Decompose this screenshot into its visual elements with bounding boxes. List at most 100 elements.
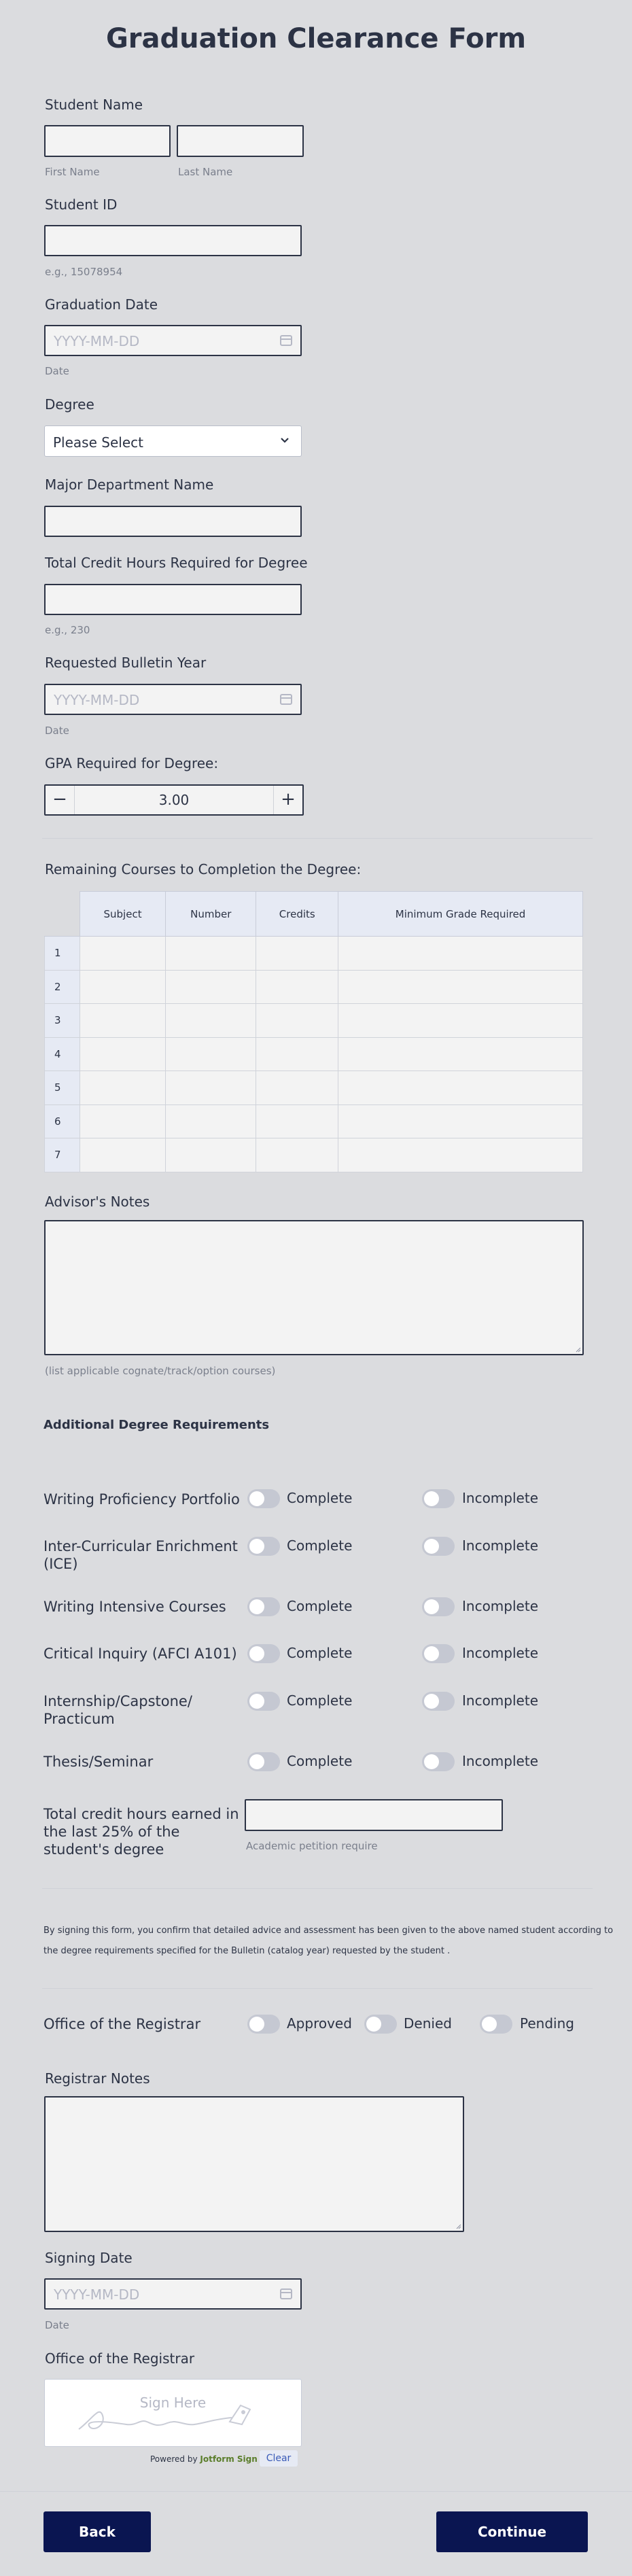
incomplete-label[interactable]: Incomplete <box>462 1490 538 1506</box>
table-cell[interactable] <box>338 1138 583 1172</box>
table-row: 6 <box>44 1104 583 1138</box>
resize-handle-icon[interactable] <box>574 1346 581 1353</box>
table-cell[interactable] <box>165 1104 257 1138</box>
gpa-value[interactable]: 3.00 <box>74 786 274 814</box>
table-cell[interactable] <box>338 1003 583 1038</box>
table-cell[interactable] <box>338 1037 583 1071</box>
table-cell[interactable] <box>256 936 339 971</box>
table-cell[interactable] <box>79 1071 166 1105</box>
major-input[interactable] <box>44 506 302 537</box>
first-name-input[interactable] <box>44 125 171 157</box>
first-name-sublabel: First Name <box>45 166 100 178</box>
table-cell[interactable] <box>79 1138 166 1172</box>
pending-label[interactable]: Pending <box>520 2015 574 2032</box>
table-cell[interactable] <box>165 1003 257 1038</box>
complete-toggle[interactable] <box>247 1644 280 1663</box>
calendar-icon[interactable] <box>280 335 292 346</box>
complete-label[interactable]: Complete <box>287 1692 352 1709</box>
table-cell[interactable] <box>79 1037 166 1071</box>
incomplete-label[interactable]: Incomplete <box>462 1598 538 1614</box>
table-cell[interactable] <box>338 936 583 971</box>
section-divider <box>42 1888 593 1889</box>
gpa-stepper[interactable]: − 3.00 + <box>44 784 304 816</box>
last25-input[interactable] <box>245 1799 503 1831</box>
increment-button[interactable]: + <box>274 786 302 814</box>
last-name-input[interactable] <box>177 125 304 157</box>
approved-label[interactable]: Approved <box>287 2015 352 2032</box>
form-title: Graduation Clearance Form <box>105 23 527 54</box>
disclaimer-line-2: the degree requirements specified for th… <box>43 1946 451 1956</box>
signing-date-input[interactable]: YYYY-MM-DD <box>44 2278 302 2310</box>
calendar-icon[interactable] <box>280 2288 292 2299</box>
requirement-label: Internship/Capstone/ Practicum <box>43 1693 192 1727</box>
table-cell[interactable] <box>338 969 583 1004</box>
table-cell[interactable] <box>79 1003 166 1038</box>
incomplete-toggle[interactable] <box>422 1692 455 1711</box>
complete-toggle[interactable] <box>247 1597 280 1616</box>
complete-toggle[interactable] <box>247 1489 280 1508</box>
incomplete-toggle[interactable] <box>422 1644 455 1663</box>
back-button[interactable]: Back <box>43 2511 151 2552</box>
complete-label[interactable]: Complete <box>287 1537 352 1554</box>
advisor-notes-textarea[interactable] <box>44 1220 584 1355</box>
signing-date-label: Signing Date <box>45 2250 133 2266</box>
row-number: 3 <box>44 1003 80 1038</box>
calendar-icon[interactable] <box>280 694 292 705</box>
table-cell[interactable] <box>165 1138 257 1172</box>
table-row: 2 <box>44 969 583 1004</box>
disclaimer-line-1: By signing this form, you confirm that d… <box>43 1926 614 1936</box>
table-cell[interactable] <box>256 1037 339 1071</box>
table-cell[interactable] <box>79 969 166 1004</box>
table-cell[interactable] <box>165 1037 257 1071</box>
clear-signature-button[interactable]: Clear <box>260 2450 298 2467</box>
table-cell[interactable] <box>256 969 339 1004</box>
incomplete-toggle[interactable] <box>422 1537 455 1556</box>
complete-toggle[interactable] <box>247 1752 280 1771</box>
incomplete-label[interactable]: Incomplete <box>462 1753 538 1769</box>
incomplete-label[interactable]: Incomplete <box>462 1537 538 1554</box>
table-cell[interactable] <box>165 1071 257 1105</box>
table-cell[interactable] <box>79 936 166 971</box>
complete-label[interactable]: Complete <box>287 1645 352 1661</box>
incomplete-label[interactable]: Incomplete <box>462 1692 538 1709</box>
approved-toggle[interactable] <box>247 2015 280 2034</box>
denied-toggle[interactable] <box>364 2015 397 2034</box>
section-divider <box>42 838 593 839</box>
table-cell[interactable] <box>256 1138 339 1172</box>
signature-placeholder: Sign Here <box>139 2395 207 2411</box>
table-cell[interactable] <box>338 1104 583 1138</box>
table-cell[interactable] <box>165 969 257 1004</box>
table-cell[interactable] <box>165 936 257 971</box>
registrar-notes-label: Registrar Notes <box>45 2070 150 2087</box>
incomplete-toggle[interactable] <box>422 1597 455 1616</box>
complete-label[interactable]: Complete <box>287 1598 352 1614</box>
decrement-button[interactable]: − <box>46 786 74 814</box>
registrar-notes-textarea[interactable] <box>44 2096 464 2232</box>
incomplete-label[interactable]: Incomplete <box>462 1645 538 1661</box>
incomplete-toggle[interactable] <box>422 1752 455 1771</box>
credit-hours-label: Total Credit Hours Required for Degree <box>45 555 308 571</box>
table-cell[interactable] <box>256 1104 339 1138</box>
student-id-example: e.g., 15078954 <box>45 266 123 278</box>
credit-hours-input[interactable] <box>44 584 302 615</box>
graduation-date-input[interactable]: YYYY-MM-DD <box>44 325 302 356</box>
degree-select[interactable]: Please Select <box>44 425 302 457</box>
incomplete-toggle[interactable] <box>422 1489 455 1508</box>
student-id-input[interactable] <box>44 225 302 256</box>
signature-pad[interactable]: Sign Here <box>44 2379 302 2447</box>
complete-label[interactable]: Complete <box>287 1490 352 1506</box>
table-cell[interactable] <box>256 1071 339 1105</box>
denied-label[interactable]: Denied <box>404 2015 452 2032</box>
table-cell[interactable] <box>79 1104 166 1138</box>
complete-toggle[interactable] <box>247 1537 280 1556</box>
table-cell[interactable] <box>256 1003 339 1038</box>
resize-handle-icon[interactable] <box>455 2223 461 2229</box>
complete-label[interactable]: Complete <box>287 1753 352 1769</box>
student-id-label: Student ID <box>45 196 118 213</box>
continue-button[interactable]: Continue <box>436 2511 588 2552</box>
bulletin-year-input[interactable]: YYYY-MM-DD <box>44 684 302 715</box>
table-cell[interactable] <box>338 1071 583 1105</box>
pending-toggle[interactable] <box>480 2015 512 2034</box>
last-name-sublabel: Last Name <box>178 166 233 178</box>
complete-toggle[interactable] <box>247 1692 280 1711</box>
